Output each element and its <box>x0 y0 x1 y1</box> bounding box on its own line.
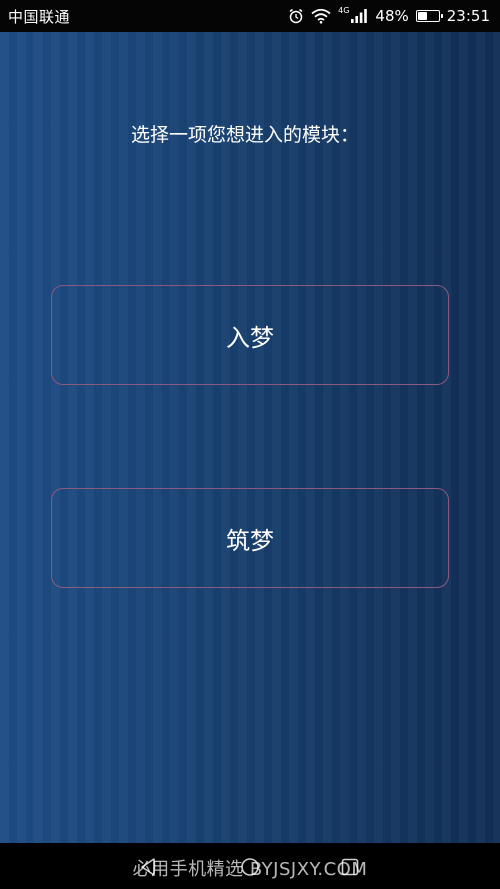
build-dream-button[interactable]: 筑梦 <box>51 488 449 588</box>
status-indicators: 4G 48% 23:51 <box>288 5 490 25</box>
battery-fill <box>417 12 427 20</box>
phone-screen: 中国联通 4G 48% 23:51 选择一项您想进入的模块： 入梦 筑梦 必用手… <box>0 0 500 889</box>
home-icon[interactable] <box>238 855 262 879</box>
wifi-icon <box>311 8 331 24</box>
signal-icon <box>350 8 368 24</box>
battery-percent: 48% <box>375 7 409 25</box>
build-dream-label: 筑梦 <box>226 526 274 555</box>
page-title: 选择一项您想进入的模块： <box>130 124 359 146</box>
enter-dream-button[interactable]: 入梦 <box>51 285 449 385</box>
module-selection-screen: 选择一项您想进入的模块： 入梦 筑梦 <box>0 32 500 843</box>
navigation-bar: 必用手机精选 BYJSJXY.COM <box>0 843 500 889</box>
alarm-icon <box>288 8 304 24</box>
battery-icon <box>415 10 443 22</box>
carrier-name: 中国联通 <box>8 7 71 26</box>
status-bar: 中国联通 4G 48% 23:51 <box>0 0 500 32</box>
back-icon[interactable] <box>136 855 160 879</box>
recent-apps-icon[interactable] <box>338 855 362 879</box>
network-type: 4G <box>338 5 350 15</box>
enter-dream-label: 入梦 <box>226 323 274 352</box>
clock: 23:51 <box>446 7 490 25</box>
